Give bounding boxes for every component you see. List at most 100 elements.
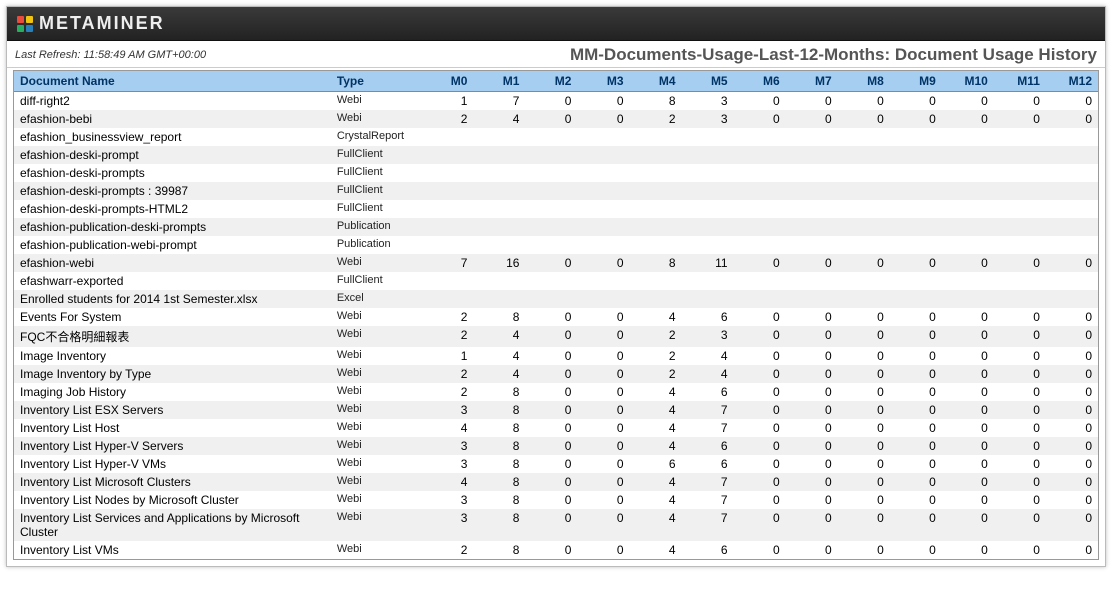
table-row[interactable]: efashion-deski-promptFullClient <box>14 146 1098 164</box>
cell-value: 0 <box>942 401 994 419</box>
cell-value: 0 <box>994 383 1046 401</box>
cell-value <box>682 200 734 218</box>
cell-value: 6 <box>630 455 682 473</box>
table-row[interactable]: Inventory List Microsoft ClustersWebi480… <box>14 473 1098 491</box>
col-header-m11[interactable]: M11 <box>994 71 1046 92</box>
table-row[interactable]: Events For SystemWebi2800460000000 <box>14 308 1098 326</box>
table-row[interactable]: Image InventoryWebi1400240000000 <box>14 347 1098 365</box>
table-row[interactable]: efashion-deski-prompts : 39987FullClient <box>14 182 1098 200</box>
col-header-m9[interactable]: M9 <box>890 71 942 92</box>
table-row[interactable]: efashwarr-exportedFullClient <box>14 272 1098 290</box>
table-row[interactable]: Image Inventory by TypeWebi2400240000000 <box>14 365 1098 383</box>
cell-value: 0 <box>525 455 577 473</box>
cell-value <box>525 218 577 236</box>
cell-value <box>577 146 629 164</box>
cell-value: 0 <box>838 92 890 111</box>
table-row[interactable]: FQC不合格明細報表Webi2400230000000 <box>14 326 1098 347</box>
cell-value: 0 <box>1046 365 1098 383</box>
cell-value: 0 <box>525 365 577 383</box>
cell-value <box>786 146 838 164</box>
cell-value: 4 <box>473 110 525 128</box>
col-header-type[interactable]: Type <box>331 71 422 92</box>
cell-value: 0 <box>942 326 994 347</box>
cell-document-name: Inventory List Nodes by Microsoft Cluste… <box>14 491 331 509</box>
cell-value <box>630 164 682 182</box>
cell-value: 0 <box>1046 455 1098 473</box>
col-header-m8[interactable]: M8 <box>838 71 890 92</box>
table-row[interactable]: Inventory List Nodes by Microsoft Cluste… <box>14 491 1098 509</box>
col-header-m1[interactable]: M1 <box>473 71 525 92</box>
cell-value: 0 <box>786 308 838 326</box>
cell-value <box>994 236 1046 254</box>
cell-type: Webi <box>331 308 422 326</box>
cell-value: 0 <box>786 92 838 111</box>
cell-value <box>682 218 734 236</box>
cell-value: 0 <box>942 365 994 383</box>
table-row[interactable]: efashion-deski-prompts-HTML2FullClient <box>14 200 1098 218</box>
cell-type: Webi <box>331 401 422 419</box>
cell-value: 0 <box>994 254 1046 272</box>
cell-value: 0 <box>942 110 994 128</box>
table-row[interactable]: Inventory List VMsWebi2800460000000 <box>14 541 1098 559</box>
col-header-document-name[interactable]: Document Name <box>14 71 331 92</box>
cell-value: 0 <box>994 308 1046 326</box>
cell-value: 0 <box>994 509 1046 541</box>
table-row[interactable]: efashion-publication-deski-promptsPublic… <box>14 218 1098 236</box>
table-row[interactable]: diff-right2Webi1700830000000 <box>14 92 1098 111</box>
cell-value: 0 <box>525 383 577 401</box>
cell-value: 4 <box>473 347 525 365</box>
table-row[interactable]: efashion-deski-promptsFullClient <box>14 164 1098 182</box>
table-row[interactable]: Imaging Job HistoryWebi2800460000000 <box>14 383 1098 401</box>
title-bar: Metaminer <box>7 7 1105 41</box>
table-row[interactable]: efashion-webiWebi716008110000000 <box>14 254 1098 272</box>
cell-value: 4 <box>473 326 525 347</box>
cell-value: 4 <box>630 419 682 437</box>
cell-value <box>1046 290 1098 308</box>
cell-value: 0 <box>994 365 1046 383</box>
cell-value <box>890 290 942 308</box>
cell-value: 8 <box>473 308 525 326</box>
cell-type: Webi <box>331 365 422 383</box>
col-header-m4[interactable]: M4 <box>630 71 682 92</box>
cell-type: Webi <box>331 419 422 437</box>
cell-value: 6 <box>682 455 734 473</box>
cell-value: 0 <box>786 437 838 455</box>
col-header-m0[interactable]: M0 <box>421 71 473 92</box>
cell-value: 0 <box>890 541 942 559</box>
table-row[interactable]: efashion_businessview_reportCrystalRepor… <box>14 128 1098 146</box>
cell-value: 3 <box>421 491 473 509</box>
cell-value <box>890 182 942 200</box>
table-row[interactable]: Inventory List ESX ServersWebi3800470000… <box>14 401 1098 419</box>
table-row[interactable]: efashion-bebiWebi2400230000000 <box>14 110 1098 128</box>
cell-document-name: efashion-deski-prompt <box>14 146 331 164</box>
cell-value <box>994 290 1046 308</box>
table-row[interactable]: Inventory List Hyper-V ServersWebi380046… <box>14 437 1098 455</box>
cell-value: 2 <box>421 110 473 128</box>
cell-type: FullClient <box>331 272 422 290</box>
cell-value <box>682 290 734 308</box>
table-row[interactable]: Inventory List Services and Applications… <box>14 509 1098 541</box>
table-row[interactable]: efashion-publication-webi-promptPublicat… <box>14 236 1098 254</box>
table-row[interactable]: Inventory List Hyper-V VMsWebi3800660000… <box>14 455 1098 473</box>
cell-value: 3 <box>421 509 473 541</box>
cell-value: 0 <box>1046 92 1098 111</box>
col-header-m12[interactable]: M12 <box>1046 71 1098 92</box>
cell-value: 0 <box>890 401 942 419</box>
table-row[interactable]: Enrolled students for 2014 1st Semester.… <box>14 290 1098 308</box>
cell-value: 0 <box>1046 509 1098 541</box>
cell-value <box>525 236 577 254</box>
col-header-m3[interactable]: M3 <box>577 71 629 92</box>
col-header-m5[interactable]: M5 <box>682 71 734 92</box>
col-header-m6[interactable]: M6 <box>734 71 786 92</box>
cell-value: 0 <box>890 383 942 401</box>
cell-value: 0 <box>1046 491 1098 509</box>
col-header-m2[interactable]: M2 <box>525 71 577 92</box>
col-header-m10[interactable]: M10 <box>942 71 994 92</box>
table-row[interactable]: Inventory List HostWebi4800470000000 <box>14 419 1098 437</box>
cell-document-name: Inventory List Hyper-V VMs <box>14 455 331 473</box>
cell-value: 0 <box>786 509 838 541</box>
col-header-m7[interactable]: M7 <box>786 71 838 92</box>
cell-value: 0 <box>577 491 629 509</box>
cell-document-name: efashion-deski-prompts <box>14 164 331 182</box>
cell-type: CrystalReport <box>331 128 422 146</box>
